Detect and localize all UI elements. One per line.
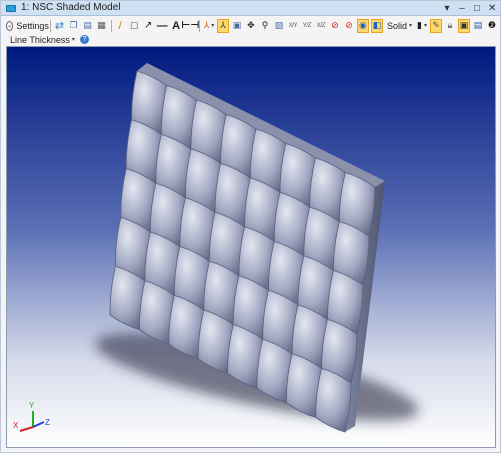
- no-rays-icon[interactable]: ⊘: [329, 19, 341, 33]
- fit-view-icon[interactable]: ▨: [273, 19, 285, 33]
- close-icon[interactable]: ✕: [488, 2, 496, 16]
- sphere-view-icon[interactable]: ◉: [356, 18, 369, 33]
- dimension-icon[interactable]: ⊢⊣: [181, 19, 199, 33]
- rectangle-icon[interactable]: □: [128, 19, 140, 33]
- view-xy-button[interactable]: X/Y: [287, 19, 299, 33]
- toolbar-divider: [110, 19, 112, 32]
- arrow-icon[interactable]: ↗: [142, 19, 154, 33]
- secondary-toolbar: Line Thickness ▾ ?: [1, 33, 500, 46]
- maximize-icon[interactable]: □: [473, 2, 481, 16]
- shaded-model-canvas[interactable]: X Y Z: [7, 47, 496, 448]
- line-thickness-dropdown[interactable]: Line Thickness: [10, 35, 70, 45]
- view-yz-button[interactable]: Y/Z: [301, 19, 313, 33]
- minimize-icon[interactable]: –: [458, 2, 466, 16]
- toolbar-divider: [199, 19, 200, 32]
- view-xz-button[interactable]: X/Z: [315, 19, 327, 33]
- help-icon[interactable]: ?: [79, 35, 89, 44]
- no-lens-icon[interactable]: ⊘: [343, 19, 355, 33]
- line-icon[interactable]: —: [156, 19, 168, 33]
- shade-view-icon[interactable]: ◧: [370, 18, 383, 33]
- y-axis-label: Y: [29, 401, 35, 410]
- print-icon[interactable]: ▦: [96, 19, 108, 33]
- chevron-down-icon[interactable]: ▾: [409, 22, 412, 29]
- copy-icon[interactable]: ❐: [68, 19, 80, 33]
- zoom-icon[interactable]: ⚲: [259, 19, 271, 33]
- help-circle-icon[interactable]: ❷: [486, 19, 498, 33]
- z-axis-label: Z: [45, 418, 50, 427]
- window-title: 1: NSC Shaded Model: [21, 2, 121, 13]
- settings-chevron-icon[interactable]: ⌄: [6, 20, 14, 31]
- lock-icon[interactable]: 🔒︎: [444, 19, 456, 33]
- shaded-model-window: 1: NSC Shaded Model ▾ – □ ✕ ⌄ Settings ⇄…: [0, 0, 501, 453]
- window-icon-2[interactable]: ▤: [472, 19, 484, 33]
- save-icon[interactable]: ▤: [82, 19, 94, 33]
- layout-icon[interactable]: ▣: [457, 18, 470, 33]
- window-controls: ▾ – □ ✕: [443, 1, 496, 16]
- pan-icon[interactable]: ✥: [245, 19, 257, 33]
- draw-mode-dropdown[interactable]: Solid: [387, 21, 407, 31]
- rotate-icon[interactable]: ⅄: [216, 18, 229, 33]
- x-axis-label: X: [13, 421, 19, 430]
- title-bar[interactable]: 1: NSC Shaded Model ▾ – □ ✕: [1, 1, 500, 16]
- refresh-icon[interactable]: ⇄: [54, 19, 66, 33]
- window-menu-icon[interactable]: ▾: [443, 2, 451, 16]
- light-icon[interactable]: ✎: [429, 18, 442, 33]
- 3d-viewport[interactable]: X Y Z: [6, 46, 496, 448]
- axes-dropdown-icon[interactable]: ⅄ ▾: [203, 19, 215, 33]
- chevron-down-icon[interactable]: ▾: [72, 36, 75, 43]
- main-toolbar: ⌄ Settings ⇄ ❐ ▤ ▦ / □ ↗ — A ⊢⊣ ⅄ ▾ ⅄ ▣ ✥…: [1, 17, 500, 34]
- color-dropdown-icon[interactable]: ▮ ▾: [416, 19, 428, 33]
- window-icon: [6, 4, 16, 12]
- settings-button[interactable]: Settings: [16, 21, 49, 31]
- toolbar-divider: [49, 19, 51, 32]
- zoom-box-icon[interactable]: ▣: [231, 19, 243, 33]
- pencil-icon[interactable]: /: [114, 19, 126, 33]
